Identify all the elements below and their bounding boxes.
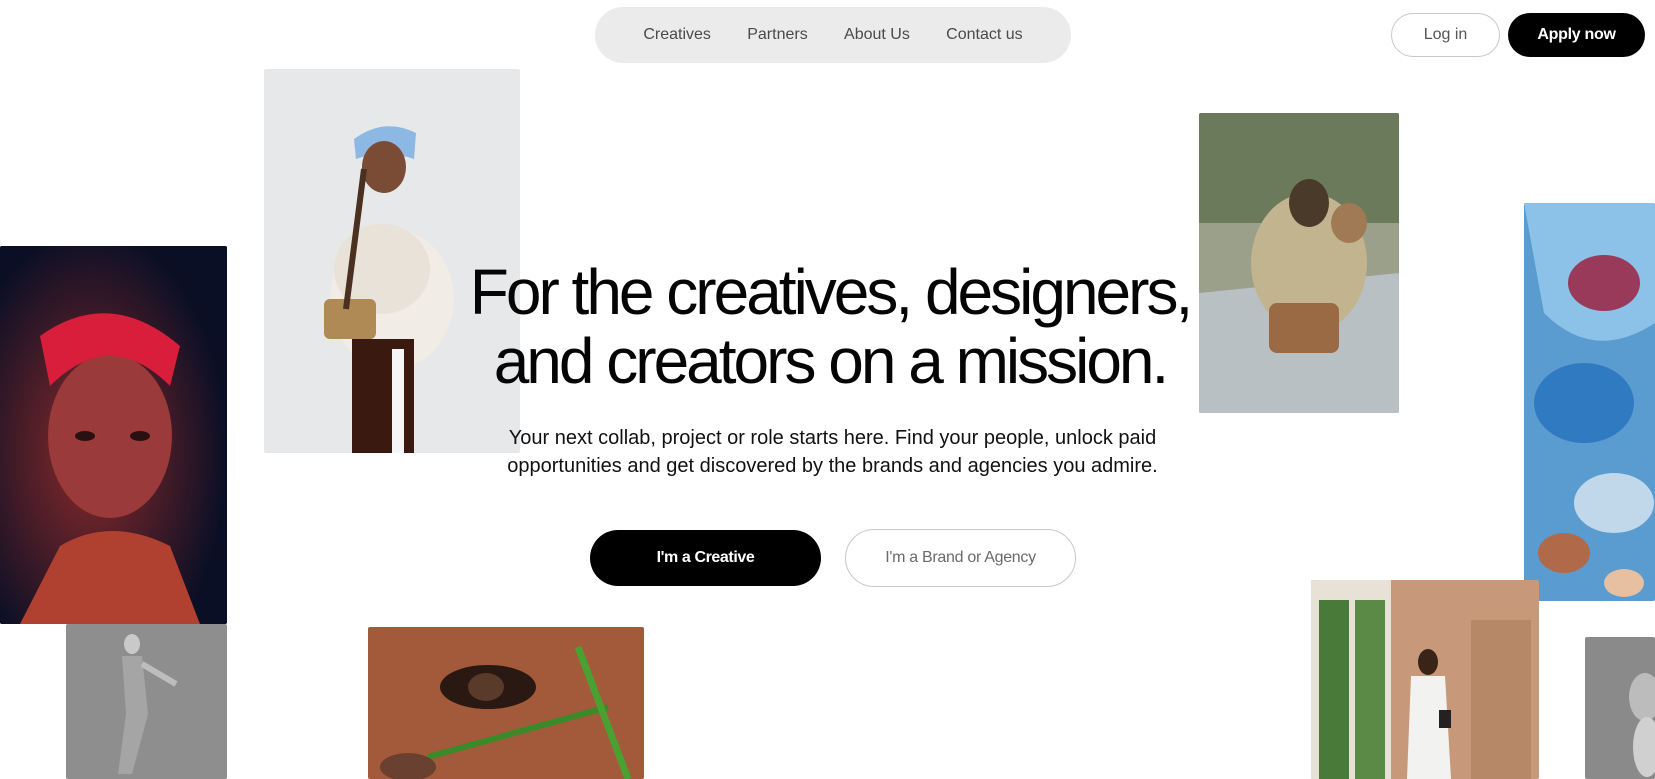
nav-link-partners[interactable]: Partners bbox=[747, 26, 807, 44]
login-button[interactable]: Log in bbox=[1391, 13, 1500, 57]
photo-eye-closeup bbox=[368, 627, 644, 779]
hero-subtitle-line-2: opportunities and get discovered by the … bbox=[507, 455, 1158, 477]
nav-link-creatives[interactable]: Creatives bbox=[643, 26, 711, 44]
photo-dancer-grey bbox=[66, 624, 227, 779]
nav-link-contact-us[interactable]: Contact us bbox=[946, 26, 1022, 44]
nav-link-about-us[interactable]: About Us bbox=[844, 26, 910, 44]
im-a-creative-button[interactable]: I'm a Creative bbox=[590, 530, 821, 586]
im-a-brand-or-agency-button[interactable]: I'm a Brand or Agency bbox=[845, 529, 1076, 587]
photo-red-braids-portrait bbox=[0, 246, 227, 624]
apply-now-button[interactable]: Apply now bbox=[1508, 13, 1645, 57]
hero-title: For the creatives, designers, and creato… bbox=[440, 258, 1220, 396]
photo-couple-convertible bbox=[1199, 113, 1399, 413]
hero-title-line-1: For the creatives, designers, bbox=[469, 256, 1193, 328]
hero-title-line-2: and creators on a mission. bbox=[493, 325, 1170, 397]
photo-grey-figure bbox=[1585, 637, 1655, 779]
hero-subtitle: Your next collab, project or role starts… bbox=[480, 424, 1185, 480]
photo-woman-by-window bbox=[1311, 580, 1539, 779]
main-nav: Creatives Partners About Us Contact us bbox=[595, 7, 1071, 63]
photo-blue-abstract bbox=[1524, 203, 1655, 601]
hero-subtitle-line-1: Your next collab, project or role starts… bbox=[508, 427, 1157, 449]
